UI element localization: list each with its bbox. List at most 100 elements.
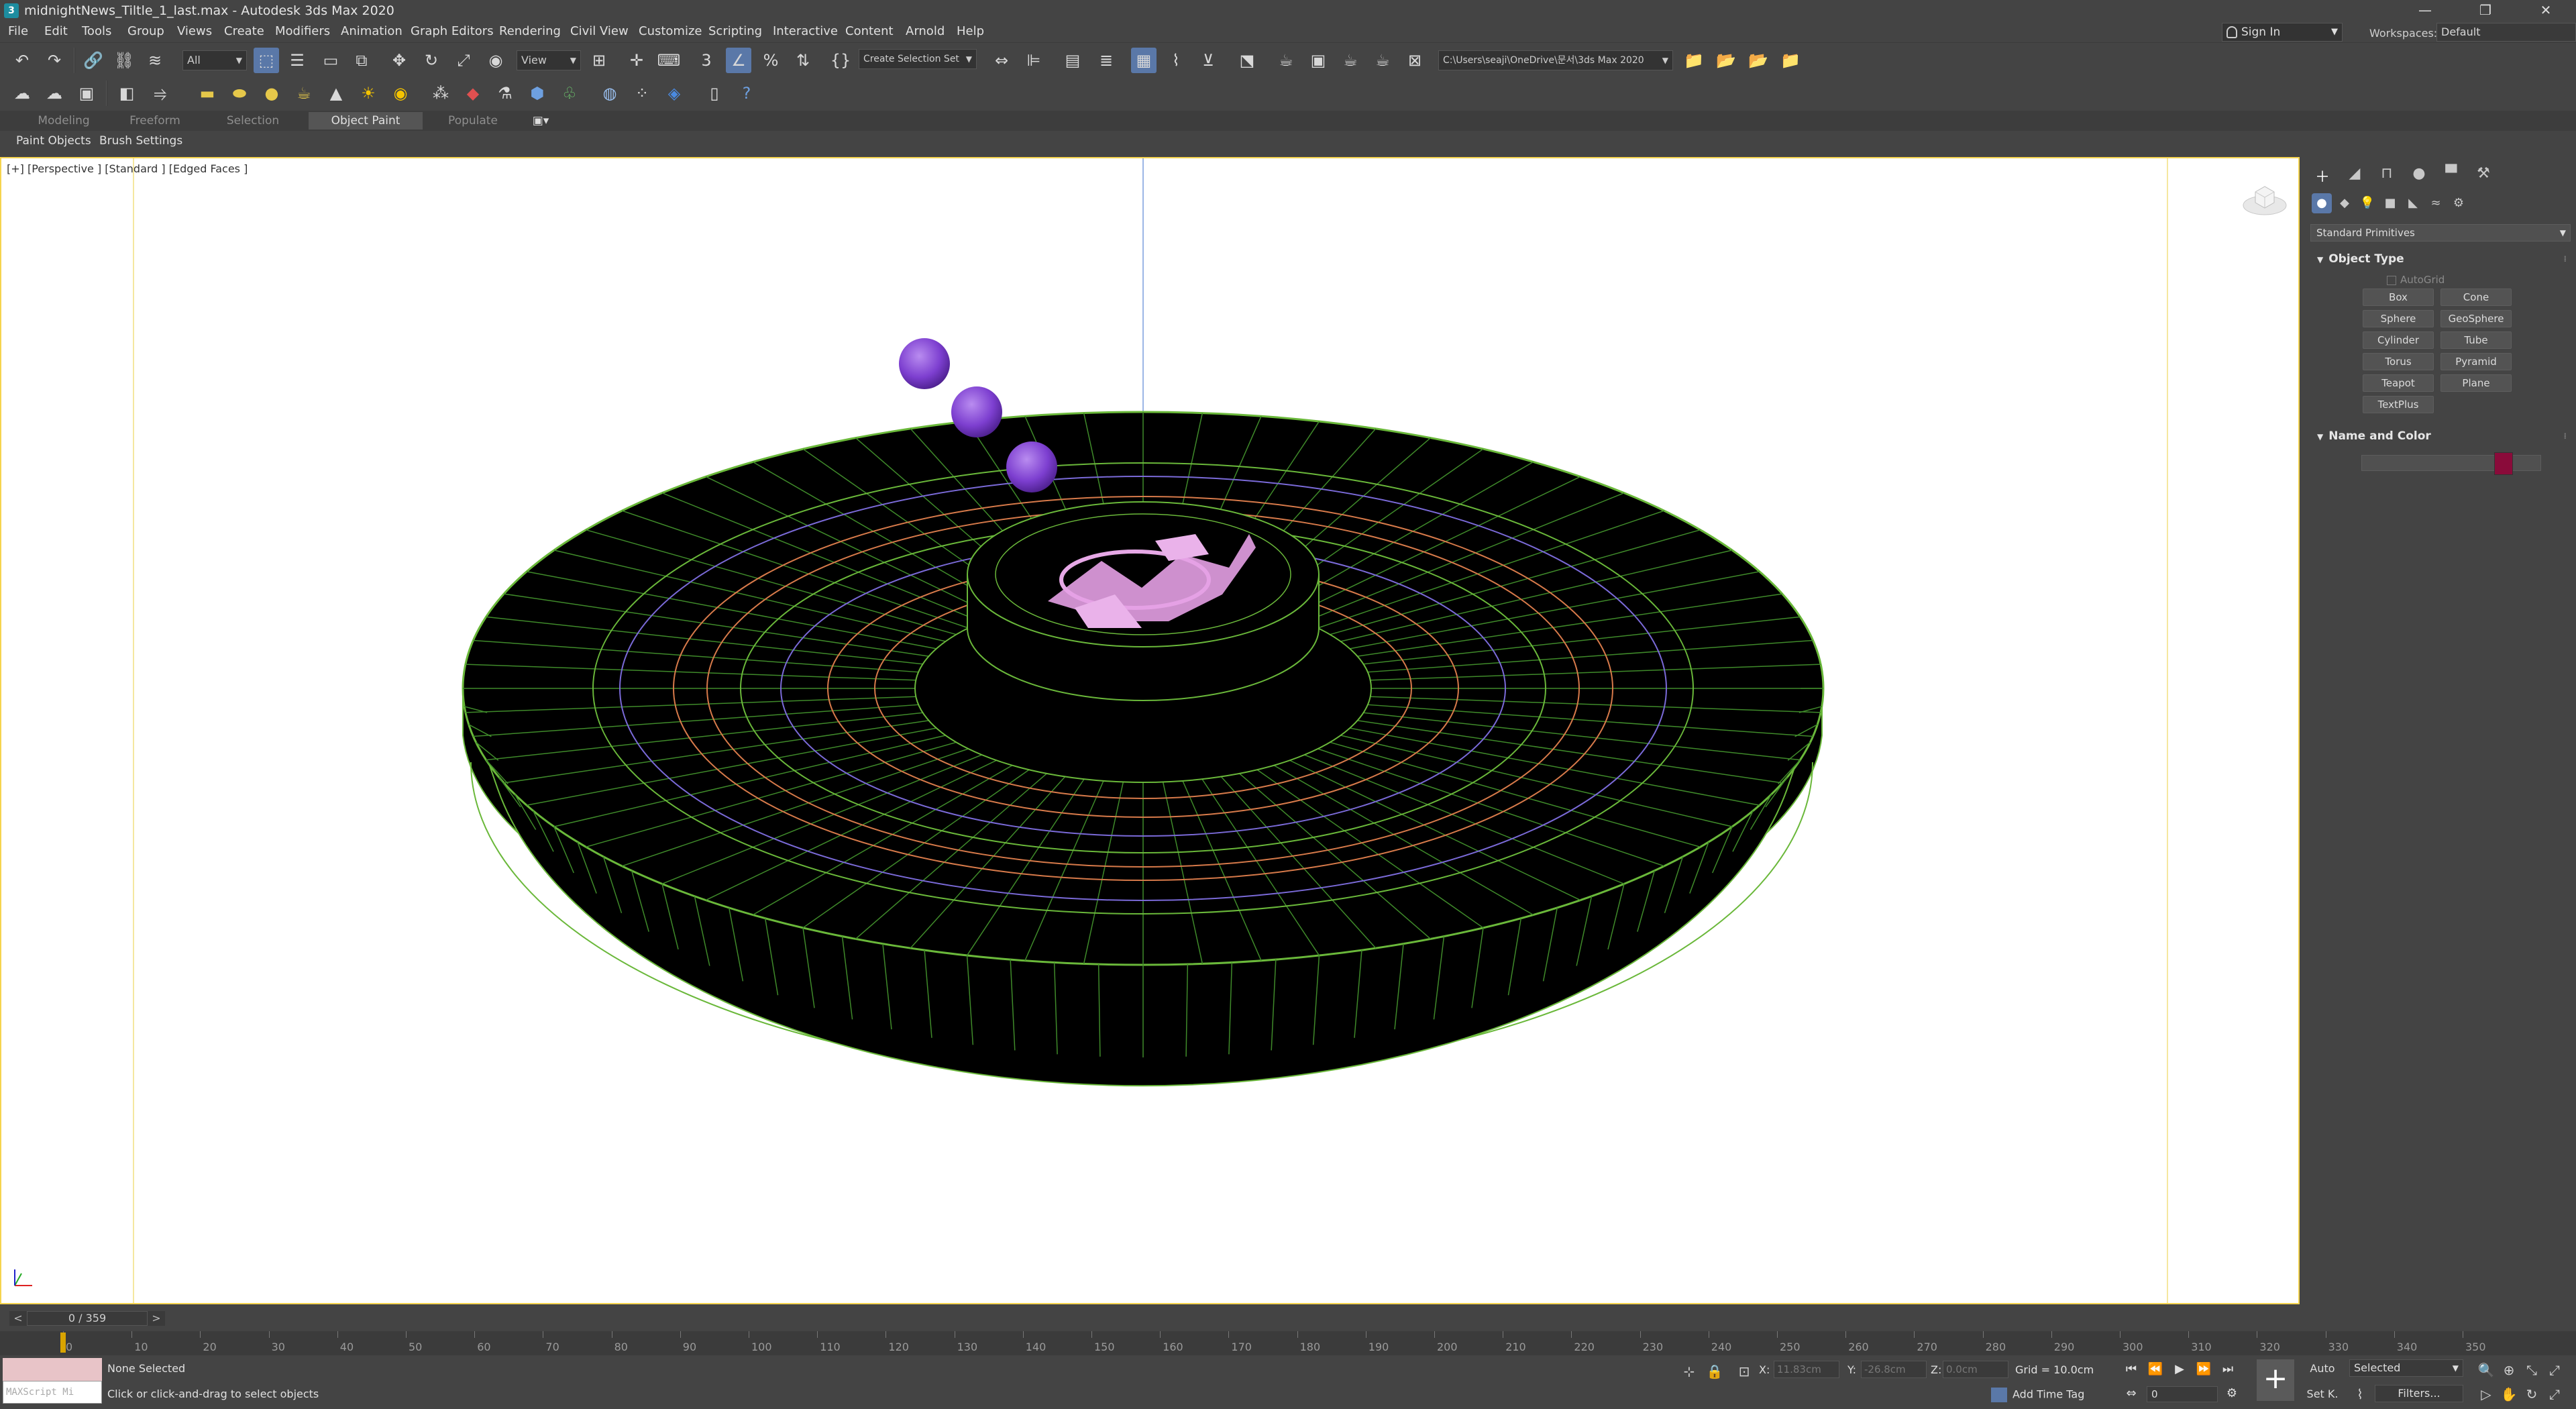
go-to-end-icon[interactable]: ⏭ [2218,1359,2238,1379]
ellipse-icon[interactable]: ⬬ [227,81,252,106]
brush-settings-panel[interactable]: Brush Settings [99,134,182,148]
scale-icon[interactable]: ⤢ [451,48,476,73]
current-frame-field[interactable]: 0 [2147,1386,2218,1402]
pan-icon[interactable]: ✋ [2498,1384,2520,1405]
orbit-icon[interactable]: ↻ [2521,1384,2542,1405]
name-and-color-rollout[interactable]: ▼ Name and Color ⁞ [2310,427,2571,446]
absolute-relative-transform-icon[interactable]: ⊡ [1733,1361,1755,1382]
set-key-button[interactable]: Set K. [2302,1385,2343,1404]
angle-snap-icon[interactable]: ∠ [726,48,751,73]
purple-sphere-2[interactable] [951,386,1002,437]
object-category-dropdown[interactable]: Standard Primitives ▼ [2310,224,2571,242]
redo-icon[interactable]: ↷ [42,48,67,73]
field-of-view-icon[interactable]: ▷ [2475,1384,2497,1405]
geosphere-button[interactable]: GeoSphere [2440,310,2512,327]
menu-group[interactable]: Group [127,24,164,38]
selection-lock-icon[interactable]: 🔒 [1704,1361,1725,1382]
set-project-folder-icon[interactable]: 📂 [1713,48,1739,73]
teapot-icon[interactable]: ☁ [9,81,35,106]
layer-icon[interactable]: ◧ [114,81,140,106]
center-pedestal-top[interactable] [967,501,1320,647]
previous-frame-icon[interactable]: ⏪ [2145,1359,2165,1379]
sphere-primitive-icon[interactable]: ● [259,81,284,106]
autogrid-checkbox[interactable]: AutoGrid [2387,274,2445,286]
lights-icon[interactable]: 💡 [2357,193,2377,213]
swatches-icon[interactable]: ⁘ [629,81,655,106]
pivot-center-icon[interactable]: ⊞ [586,48,612,73]
create-selection-set-dropdown[interactable]: Create Selection Set ▼ [859,49,977,69]
menu-help[interactable]: Help [957,24,984,38]
restore-button[interactable]: ❐ [2455,0,2516,21]
menu-modifiers[interactable]: Modifiers [275,24,330,38]
plane-button[interactable]: Plane [2440,374,2512,392]
helpers-icon[interactable]: ◣ [2403,193,2423,213]
create-project-icon[interactable]: 📁 [1778,48,1803,73]
select-by-name-icon[interactable]: ☰ [284,48,310,73]
omni-light-icon[interactable]: ◉ [388,81,413,106]
viewcube-icon[interactable] [2241,178,2289,219]
render-setup-icon[interactable]: ☕ [1273,48,1299,73]
sphere-button[interactable]: Sphere [2363,310,2434,327]
material-editor-icon[interactable]: ⬔ [1234,48,1260,73]
menu-arnold[interactable]: Arnold [906,24,945,38]
ribbon-tab-selection[interactable]: Selection [209,112,297,129]
ribbon-tab-object-paint[interactable]: Object Paint [309,112,423,129]
geo-icon[interactable]: ⬢ [525,81,550,106]
keyboard-shortcut-override-icon[interactable]: ⌨ [656,48,682,73]
time-cursor[interactable] [60,1333,66,1353]
select-object-icon[interactable]: ⬚ [254,48,279,73]
cylinder-button[interactable]: Cylinder [2363,331,2434,349]
workspaces-dropdown[interactable]: Default [2436,23,2576,42]
mobile-icon[interactable]: ▯ [702,81,727,106]
display-tab-icon[interactable]: ▀ [2439,165,2463,185]
cameras-icon[interactable]: ■ [2380,193,2400,213]
menu-file[interactable]: File [8,24,28,38]
menu-tools[interactable]: Tools [82,24,111,38]
percent-snap-icon[interactable]: % [758,48,784,73]
menu-animation[interactable]: Animation [341,24,402,38]
zoom-extents-all-icon[interactable]: ⤢ [2544,1359,2565,1381]
cloud-icon[interactable]: ☁ [42,81,67,106]
rendered-frame-window-icon[interactable]: ▣ [1305,48,1331,73]
maxscript-input-field[interactable]: MAXScript Mi [3,1381,102,1404]
spinner-snap-icon[interactable]: ⇅ [790,48,816,73]
menu-views[interactable]: Views [177,24,212,38]
set-key-icon[interactable]: + [2257,1359,2294,1401]
paint-objects-panel[interactable]: Paint Objects [16,134,91,148]
motion-tab-icon[interactable]: ● [2407,165,2431,185]
box-primitive-icon[interactable]: ▬ [195,81,220,106]
menu-civil-view[interactable]: Civil View [570,24,629,38]
menu-create[interactable]: Create [224,24,264,38]
zoom-extents-icon[interactable]: ⤡ [2521,1359,2542,1381]
time-slider-thumb[interactable]: 0 / 359 [27,1311,148,1326]
select-and-link-icon[interactable]: 🔗 [80,48,106,73]
isolate-selection-icon[interactable]: ⊹ [1678,1361,1700,1382]
3dsmax-app-icon[interactable]: 3 [4,3,19,18]
snaps-toggle-icon[interactable]: 3 [694,48,719,73]
rotate-icon[interactable]: ↻ [419,48,444,73]
perspective-viewport[interactable]: [+] [Perspective ] [Standard ] [Edged Fa… [0,157,2300,1304]
menu-content[interactable]: Content [845,24,894,38]
close-button[interactable]: ✕ [2516,0,2576,21]
maximize-viewport-icon[interactable]: ⤢ [2544,1384,2565,1405]
link-icon[interactable]: ⥤ [148,81,173,106]
menu-customize[interactable]: Customize [639,24,702,38]
box-button[interactable]: Box [2363,289,2434,306]
purple-sphere-1[interactable] [899,338,950,389]
geometry-icon[interactable]: ● [2312,193,2332,213]
play-icon[interactable]: ▶ [2169,1359,2190,1379]
menu-edit[interactable]: Edit [44,24,68,38]
curve-editor-icon[interactable]: ⌇ [1163,48,1189,73]
teapot-button[interactable]: Teapot [2363,374,2434,392]
edit-named-selection-icon[interactable]: {} [828,48,853,73]
ribbon-tab-freeform[interactable]: Freeform [111,112,199,129]
ribbon-options-icon[interactable]: ▣▾ [527,112,554,129]
reference-coordinate-dropdown[interactable]: View ▼ [517,50,581,70]
render-production-icon[interactable]: ☕ [1338,48,1363,73]
scene-render[interactable] [1,158,2298,1303]
y-coord-field[interactable]: -26.8cm [1861,1361,1927,1378]
schematic-view-icon[interactable]: ⊻ [1195,48,1221,73]
key-filters-button[interactable]: Filters... [2375,1385,2463,1402]
particles-icon[interactable]: ⁂ [428,81,453,106]
help-icon[interactable]: ? [734,81,759,106]
